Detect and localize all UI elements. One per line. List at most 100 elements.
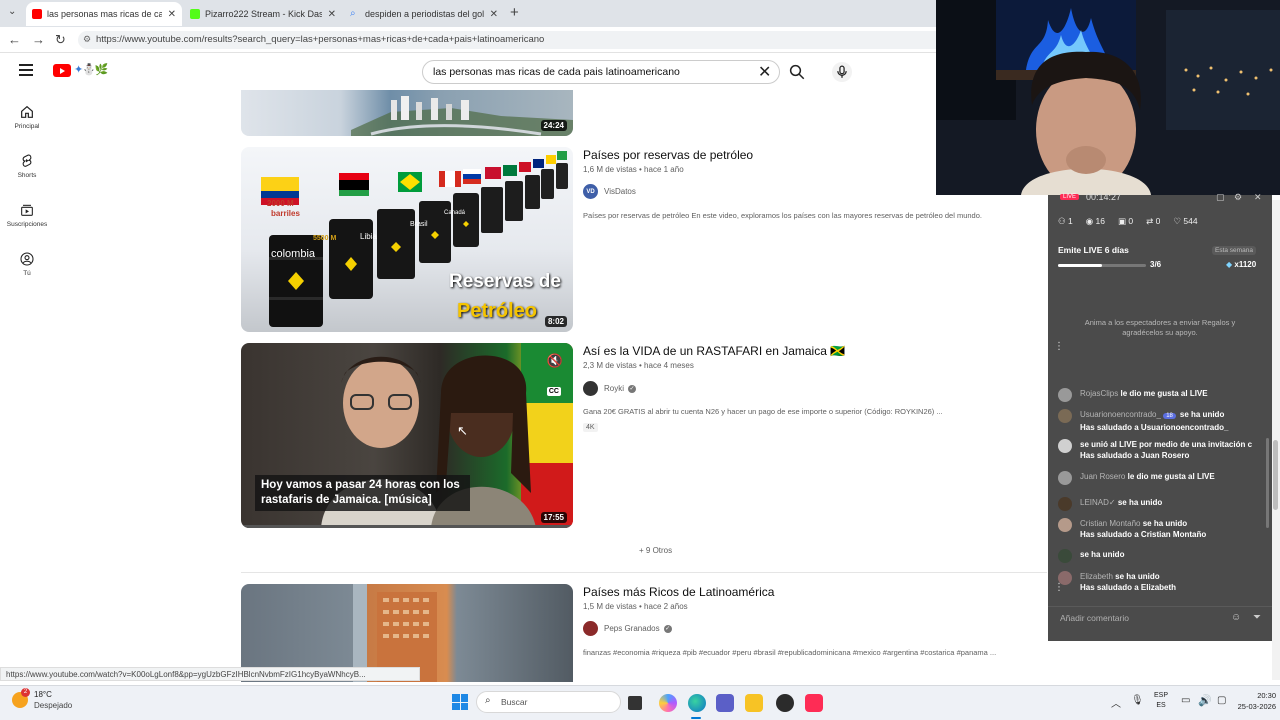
rail-item-shorts[interactable]: Shorts: [0, 153, 54, 179]
chat-username[interactable]: Usuarionoencontrado_: [1080, 410, 1161, 419]
video-title[interactable]: Así es la VIDA de un RASTAFARI en Jamaic…: [583, 344, 845, 358]
video-title[interactable]: Países por reservas de petróleo: [583, 148, 753, 162]
live-timer: 00:14:27: [1086, 192, 1122, 202]
minimize-icon[interactable]: ▢: [1216, 192, 1225, 203]
teams-icon[interactable]: [716, 694, 734, 712]
rail-item-you[interactable]: Tú: [0, 251, 54, 277]
progress-bar[interactable]: [241, 525, 573, 528]
tab-youtube-search[interactable]: las personas mas ricas de cada pa ✕: [26, 2, 182, 26]
forward-icon[interactable]: →: [32, 32, 45, 47]
clear-search-icon[interactable]: ✕: [758, 62, 771, 82]
more-results-button[interactable]: + 9 Otros: [639, 546, 672, 555]
likes-stat: ♡ 544: [1173, 216, 1198, 226]
filter-icon[interactable]: ⏷: [1253, 612, 1261, 623]
microphone-icon[interactable]: [832, 62, 852, 82]
home-icon: [21, 105, 33, 118]
rail-item-label: Suscripciones: [6, 221, 48, 228]
chat-avatar[interactable]: [1058, 549, 1072, 563]
tab-kick-dashboard[interactable]: Pizarro222 Stream - Kick Dashboa ✕: [184, 2, 342, 26]
url-field[interactable]: ⚙ https://www.youtube.com/results?search…: [78, 31, 958, 49]
close-tab-icon[interactable]: ✕: [490, 9, 498, 20]
close-icon[interactable]: ✕: [1254, 192, 1262, 203]
muted-icon[interactable]: 🔇: [547, 353, 563, 369]
chat-avatar[interactable]: [1058, 518, 1072, 532]
copilot-icon[interactable]: [659, 694, 677, 712]
streak-badge: Esta semana: [1212, 246, 1256, 255]
close-tab-icon[interactable]: ✕: [328, 9, 336, 20]
emoji-icon[interactable]: ☺: [1231, 612, 1241, 623]
chat-scrollbar[interactable]: [1266, 438, 1269, 528]
scrollbar-thumb[interactable]: [1273, 440, 1278, 510]
youtube-doodle-icon[interactable]: ✦⛄🌿: [74, 63, 109, 76]
tiktok-studio-icon[interactable]: [805, 694, 823, 712]
chat-username[interactable]: RojasClips: [1080, 389, 1118, 398]
chat-username[interactable]: Juan Rosero: [1080, 472, 1125, 481]
close-tab-icon[interactable]: ✕: [168, 9, 176, 20]
channel-link[interactable]: Royki ✓: [583, 381, 637, 396]
verified-icon: ✓: [663, 624, 672, 633]
tab-list-chevron-icon[interactable]: ⌄: [8, 6, 16, 17]
chat-avatar[interactable]: [1058, 497, 1072, 511]
start-button[interactable]: [452, 694, 468, 710]
thumbnail-text-line-2: Petróleo: [457, 300, 538, 322]
channel-link[interactable]: VD VisDatos: [583, 184, 636, 199]
site-info-icon[interactable]: ⚙: [83, 34, 91, 45]
microphone-tray-icon[interactable]: 🎙: [1131, 695, 1144, 706]
chat-greeting-text: Has saludado a Elizabeth: [1080, 583, 1177, 592]
settings-icon[interactable]: ⚙: [1234, 192, 1242, 203]
chat-avatar[interactable]: [1058, 409, 1072, 423]
edge-browser-icon[interactable]: [688, 694, 706, 712]
clock[interactable]: 20:30 25-03-2026: [1232, 690, 1276, 712]
chat-avatar[interactable]: [1058, 388, 1072, 402]
eye-icon: ◉: [1085, 216, 1094, 226]
youtube-logo-icon[interactable]: [53, 64, 71, 77]
barrel-country-label: colombia: [271, 248, 316, 260]
rail-item-subscriptions[interactable]: Suscripciones: [0, 202, 54, 228]
video-thumbnail-city[interactable]: 24:24: [241, 90, 573, 136]
tray-overflow-icon[interactable]: ︿: [1111, 695, 1121, 710]
rail-item-home[interactable]: Principal: [0, 104, 54, 130]
language-indicator[interactable]: ESP ES: [1154, 691, 1168, 711]
closed-captions-icon[interactable]: CC: [546, 387, 561, 396]
video-title[interactable]: Países más Ricos de Latinoamérica: [583, 585, 774, 599]
file-explorer-icon[interactable]: [745, 694, 763, 712]
more-options-icon[interactable]: ⋮: [1054, 341, 1064, 352]
link-status-url: https://www.youtube.com/watch?v=K00oLgLo…: [0, 667, 420, 681]
menu-icon[interactable]: [19, 64, 33, 79]
channel-avatar: VD: [583, 184, 598, 199]
taskbar-search[interactable]: ⌕ Buscar: [476, 691, 621, 713]
tab-google-search[interactable]: ⌕ despiden a periodistas del gol car ✕: [344, 2, 504, 26]
promo-text: Anima a los espectadores a enviar Regalo…: [1084, 318, 1236, 337]
video-thumbnail-rastafari[interactable]: 🔇 CC Hoy vamos a pasar 24 horas con los …: [241, 343, 573, 528]
network-icon[interactable]: ▭: [1181, 695, 1190, 706]
chat-greeting-text: Has saludado a Cristian Montaño: [1080, 530, 1207, 539]
back-icon[interactable]: ←: [8, 32, 21, 47]
task-view-icon[interactable]: [628, 696, 642, 710]
video-thumbnail-oil-reserves[interactable]: 2000 M barriles 5500 M colombia Libia Br…: [241, 147, 573, 332]
chat-message-text: le dio me gusta al LIVE: [1127, 472, 1215, 481]
battery-icon[interactable]: ▢: [1217, 695, 1226, 706]
new-tab-icon[interactable]: +: [510, 4, 519, 21]
chat-username[interactable]: LEINAD✓: [1080, 498, 1116, 507]
search-icon[interactable]: [788, 63, 806, 81]
gift-icon: ▣: [1118, 216, 1127, 226]
chat-avatar[interactable]: [1058, 439, 1072, 453]
live-stats-row: ⚇ 1 ◉ 16 ▣ 0 ⇄ 0 ♡ 544: [1058, 216, 1264, 227]
page-scrollbar[interactable]: [1272, 200, 1280, 680]
reload-icon[interactable]: ↻: [55, 32, 66, 48]
more-options-icon[interactable]: ⋮: [1054, 582, 1064, 593]
chat-text: se ha unido: [1080, 549, 1124, 560]
obs-icon[interactable]: [776, 694, 794, 712]
thumbnail-text-line-1: Reservas de: [449, 271, 561, 292]
search-input[interactable]: las personas mas ricas de cada pais lati…: [422, 60, 780, 84]
chat-username[interactable]: Elizabeth: [1080, 572, 1113, 581]
volume-icon[interactable]: 🔊: [1198, 694, 1212, 707]
channel-avatar: [583, 381, 598, 396]
weather-badge: 2: [21, 688, 30, 697]
streak-title: Emite LIVE 6 días: [1058, 245, 1129, 255]
channel-link[interactable]: Peps Granados ✓: [583, 621, 672, 636]
chat-message-text: se ha unido: [1117, 498, 1163, 507]
chat-avatar[interactable]: [1058, 471, 1072, 485]
channel-name: VisDatos: [604, 187, 636, 196]
chat-username[interactable]: Cristian Montaño: [1080, 519, 1140, 528]
